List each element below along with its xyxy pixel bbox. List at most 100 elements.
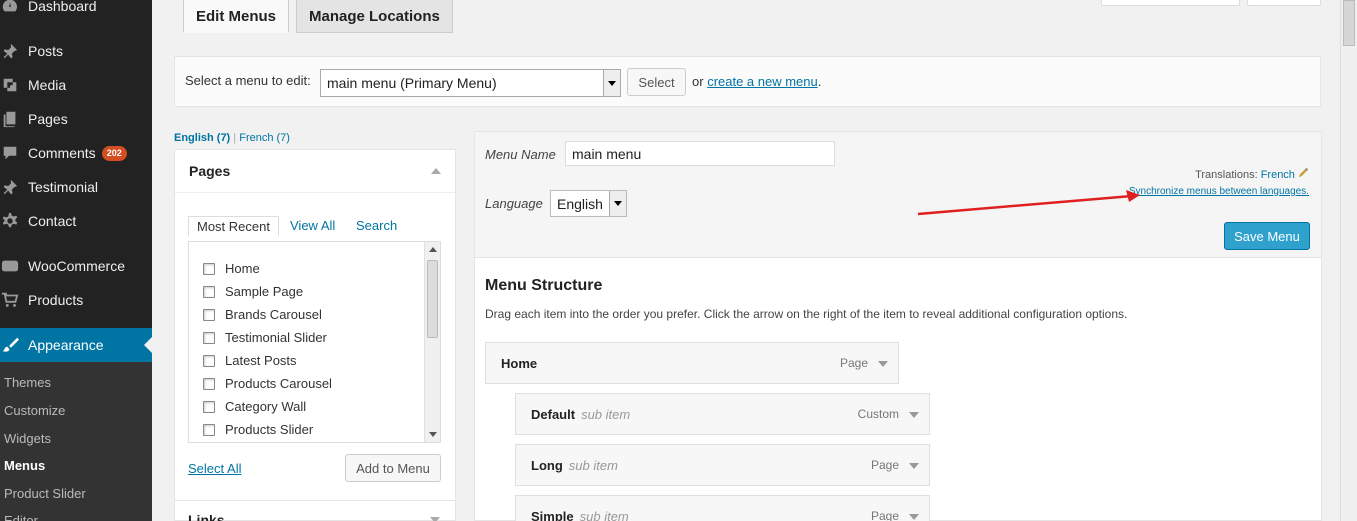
submenu-item-widgets[interactable]: Widgets (4, 431, 51, 446)
checkbox[interactable] (203, 308, 215, 321)
list-item[interactable]: Sample Page (203, 284, 303, 299)
expand-arrow-icon[interactable] (430, 517, 440, 521)
sidebar-item-appearance[interactable]: Appearance (0, 328, 152, 362)
period-text: . (817, 74, 822, 89)
sidebar-item-label: Comments (28, 145, 96, 161)
sidebar-item-products[interactable]: Products (0, 283, 152, 317)
expand-arrow-icon[interactable] (909, 412, 919, 418)
menu-item-title: Simple sub item (531, 509, 629, 521)
links-metabox-header[interactable]: Links (174, 500, 456, 521)
sidebar-item-testimonial[interactable]: Testimonial (0, 170, 152, 204)
woocommerce-icon (0, 256, 20, 276)
sidebar-item-label: Testimonial (28, 179, 99, 195)
list-item[interactable]: Products Slider (203, 422, 313, 437)
sidebar-item-contact[interactable]: Contact (0, 204, 152, 238)
expand-arrow-icon[interactable] (909, 463, 919, 469)
menu-select-dropdown[interactable]: main menu (Primary Menu) (320, 69, 621, 97)
list-item[interactable]: Testimonial Slider (203, 330, 327, 345)
pencil-icon[interactable] (1298, 167, 1309, 181)
menu-editor-header: Menu Name main menu Language English Tra… (475, 132, 1321, 258)
paintbrush-icon (0, 335, 20, 355)
menu-name-input[interactable]: main menu (565, 141, 835, 166)
menu-name-label: Menu Name (485, 147, 556, 162)
sidebar-item-comments[interactable]: Comments 202 (0, 136, 152, 170)
scrollbar-thumb[interactable] (427, 260, 438, 338)
sidebar-item-media[interactable]: Media (0, 68, 152, 102)
cart-icon (0, 290, 20, 310)
pushpin-icon (0, 177, 20, 197)
menu-item-title: Home (501, 356, 537, 371)
language-label: Language (485, 196, 543, 211)
collapse-arrow-icon[interactable] (431, 168, 441, 174)
screen-options-button[interactable] (1101, 0, 1240, 6)
select-all-link[interactable]: Select All (188, 461, 241, 476)
submenu-item-themes[interactable]: Themes (4, 375, 51, 390)
select-button[interactable]: Select (627, 68, 686, 96)
checkbox[interactable] (203, 331, 215, 344)
media-icon (0, 75, 20, 95)
checkbox[interactable] (203, 262, 215, 275)
list-item[interactable]: Latest Posts (203, 353, 297, 368)
expand-arrow-icon[interactable] (909, 514, 919, 520)
list-item-label: Products Slider (225, 422, 314, 437)
tab-manage-locations[interactable]: Manage Locations (296, 0, 453, 33)
checkbox[interactable] (203, 423, 215, 436)
checkbox[interactable] (203, 285, 215, 298)
help-button[interactable] (1247, 0, 1321, 6)
menu-item-title-text: Default (531, 407, 576, 422)
tab-most-recent[interactable]: Most Recent (188, 216, 279, 237)
checkbox[interactable] (203, 354, 215, 367)
list-item[interactable]: Brands Carousel (203, 307, 322, 322)
translation-link-french[interactable]: French (1261, 169, 1295, 181)
submenu-item-menus[interactable]: Menus (4, 458, 45, 473)
tab-view-all[interactable]: View All (290, 218, 335, 233)
sidebar-item-dashboard[interactable]: Dashboard (0, 0, 152, 23)
pages-checklist: Home Sample Page Brands Carousel Testimo… (188, 241, 441, 443)
synchronize-menus-link[interactable]: Synchronize menus between languages. (1129, 186, 1309, 197)
menu-item-home[interactable]: Home Page (485, 342, 899, 384)
dashboard-icon (0, 0, 20, 16)
gear-icon (0, 211, 20, 231)
menu-item-title-text: Long (531, 458, 563, 473)
expand-arrow-icon[interactable] (878, 361, 888, 367)
select-menu-label: Select a menu to edit: (185, 73, 311, 88)
pages-metabox-header[interactable]: Pages (175, 150, 455, 193)
menu-item-type: Page (839, 356, 868, 370)
create-menu-text: or create a new menu. (692, 74, 821, 89)
sidebar-item-label: Products (28, 292, 84, 308)
tab-search[interactable]: Search (356, 218, 397, 233)
pages-icon (0, 109, 20, 129)
page-scrollbar-thumb[interactable] (1343, 0, 1355, 46)
list-item-label: Sample Page (225, 284, 304, 299)
add-to-menu-button[interactable]: Add to Menu (345, 454, 441, 482)
checklist-scrollbar[interactable] (424, 242, 440, 442)
save-menu-button[interactable]: Save Menu (1224, 222, 1310, 250)
menu-item-title-text: Home (501, 356, 538, 371)
sidebar-item-pages[interactable]: Pages (0, 102, 152, 136)
dropdown-arrow-icon (609, 191, 626, 216)
menu-item-default[interactable]: Default sub item Custom (515, 393, 930, 435)
sidebar-item-posts[interactable]: Posts (0, 34, 152, 68)
language-select[interactable]: English (550, 190, 627, 217)
sidebar-item-woocommerce[interactable]: WooCommerce (0, 249, 152, 283)
checkbox[interactable] (203, 400, 215, 413)
checkbox[interactable] (203, 377, 215, 390)
list-item[interactable]: Category Wall (203, 399, 306, 414)
list-item[interactable]: Home (203, 261, 260, 276)
language-link-french[interactable]: French (7) (239, 132, 290, 144)
scroll-down-arrow-icon[interactable] (429, 432, 437, 437)
translations-label: Translations: (1195, 169, 1258, 181)
language-link-english[interactable]: English (7) (174, 132, 230, 144)
page-scrollbar[interactable] (1340, 0, 1357, 521)
list-item[interactable]: Products Carousel (203, 376, 332, 391)
menu-item-simple[interactable]: Simple sub item Page (515, 495, 930, 521)
submenu-item-customize[interactable]: Customize (4, 403, 65, 418)
menu-item-long[interactable]: Long sub item Page (515, 444, 930, 486)
submenu-item-product-slider[interactable]: Product Slider (4, 486, 86, 501)
scroll-up-arrow-icon[interactable] (429, 247, 437, 252)
menu-structure-title: Menu Structure (485, 277, 603, 294)
submenu-item-editor[interactable]: Editor (4, 513, 38, 521)
create-new-menu-link[interactable]: create a new menu (707, 74, 818, 89)
annotation-arrow-head (1126, 190, 1140, 202)
tab-edit-menus[interactable]: Edit Menus (183, 0, 290, 33)
